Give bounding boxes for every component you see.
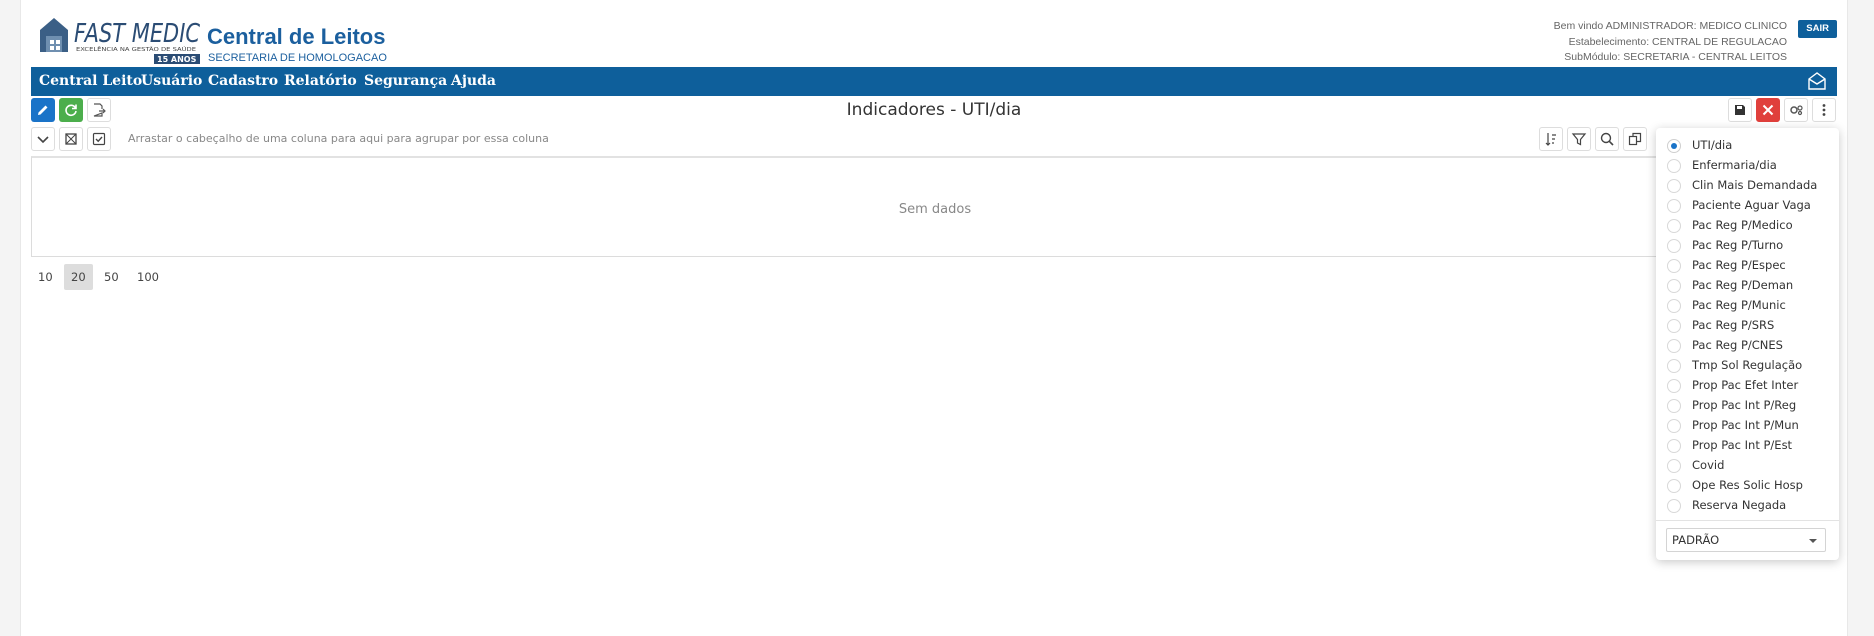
nav-relatorio[interactable]: Relatório bbox=[284, 67, 357, 96]
save-icon bbox=[1735, 105, 1745, 115]
export-button[interactable] bbox=[87, 98, 111, 122]
no-data-text: Sem dados bbox=[898, 202, 972, 217]
pencil-icon bbox=[38, 105, 48, 115]
search-button[interactable] bbox=[1595, 127, 1619, 151]
radio-icon[interactable] bbox=[1667, 379, 1681, 393]
dropdown-item[interactable]: Pac Reg P/CNES bbox=[1656, 336, 1839, 356]
radio-icon[interactable] bbox=[1667, 479, 1681, 493]
dropdown-item[interactable]: UTI/dia bbox=[1656, 136, 1839, 156]
page-title: Indicadores - UTI/dia bbox=[846, 100, 1022, 120]
envelope-open-icon[interactable] bbox=[1807, 72, 1827, 90]
chevron-down-icon bbox=[37, 136, 49, 144]
app-subtitle: SECRETARIA DE HOMOLOGACAO bbox=[208, 52, 387, 64]
fast-medic-logo: FAST MEDIC EXCELÊNCIA NA GESTÃO DE SAÚDE… bbox=[40, 18, 201, 64]
dropdown-item[interactable]: Paciente Aguar Vaga bbox=[1656, 196, 1839, 216]
radio-icon[interactable] bbox=[1667, 439, 1681, 453]
filter-icon bbox=[1571, 133, 1587, 146]
svg-text:FAST MEDIC: FAST MEDIC bbox=[74, 19, 201, 49]
sort-icon bbox=[1545, 133, 1556, 146]
radio-checked-icon[interactable] bbox=[1667, 139, 1681, 153]
dropdown-item[interactable]: Pac Reg P/Turno bbox=[1656, 236, 1839, 256]
sort-button[interactable] bbox=[1539, 127, 1563, 151]
dropdown-item[interactable]: Pac Reg P/Deman bbox=[1656, 276, 1839, 296]
radio-icon[interactable] bbox=[1667, 279, 1681, 293]
layout-select[interactable]: PADRÃO bbox=[1666, 528, 1826, 552]
more-vertical-icon bbox=[1822, 104, 1826, 116]
layout-select-value: PADRÃO bbox=[1672, 533, 1720, 547]
column-chooser-icon bbox=[65, 133, 77, 145]
collapse-button[interactable] bbox=[31, 127, 55, 151]
radio-icon[interactable] bbox=[1667, 419, 1681, 433]
page-size-50[interactable]: 50 bbox=[97, 264, 126, 290]
refresh-icon bbox=[65, 104, 77, 117]
dropdown-item[interactable]: Covid bbox=[1656, 456, 1839, 476]
dropdown-item[interactable]: Tmp Sol Regulação bbox=[1656, 356, 1839, 376]
main-navbar: Central Leito Usuário Cadastro Relatório… bbox=[31, 67, 1837, 96]
save-button[interactable] bbox=[1728, 98, 1752, 122]
dropdown-item[interactable]: Prop Pac Efet Inter bbox=[1656, 376, 1839, 396]
radio-icon[interactable] bbox=[1667, 219, 1681, 233]
data-grid: Sem dados bbox=[31, 156, 1837, 257]
page: FAST MEDIC EXCELÊNCIA NA GESTÃO DE SAÚDE… bbox=[20, 0, 1848, 636]
svg-text:EXCELÊNCIA NA GESTÃO DE SAÚDE: EXCELÊNCIA NA GESTÃO DE SAÚDE bbox=[76, 45, 196, 53]
logout-button[interactable]: SAIR bbox=[1798, 20, 1837, 38]
submodule-text: SubMódulo: SECRETARIA - CENTRAL LEITOS bbox=[1564, 51, 1787, 63]
settings-button[interactable] bbox=[1784, 98, 1808, 122]
nav-central-leito[interactable]: Central Leito bbox=[39, 67, 142, 96]
radio-icon[interactable] bbox=[1667, 399, 1681, 413]
radio-icon[interactable] bbox=[1667, 199, 1681, 213]
nav-ajuda[interactable]: Ajuda bbox=[451, 67, 496, 96]
dropdown-separator bbox=[1656, 520, 1839, 521]
settings-icon bbox=[1790, 105, 1803, 116]
refresh-button[interactable] bbox=[59, 98, 83, 122]
close-button[interactable] bbox=[1756, 98, 1780, 122]
dropdown-item[interactable]: Prop Pac Int P/Est bbox=[1656, 436, 1839, 456]
nav-seguranca[interactable]: Segurança bbox=[364, 67, 447, 96]
dropdown-item[interactable]: Pac Reg P/Espec bbox=[1656, 256, 1839, 276]
dropdown-item[interactable]: Reserva Negada bbox=[1656, 496, 1839, 516]
radio-icon[interactable] bbox=[1667, 459, 1681, 473]
filter-button[interactable] bbox=[1567, 127, 1591, 151]
establishment-text: Estabelecimento: CENTRAL DE REGULACAO bbox=[1568, 35, 1787, 48]
svg-text:15 ANOS: 15 ANOS bbox=[157, 55, 197, 64]
page-size-100[interactable]: 100 bbox=[130, 264, 166, 290]
radio-icon[interactable] bbox=[1667, 359, 1681, 373]
caret-down-icon bbox=[1809, 539, 1817, 543]
dropdown-item[interactable]: Pac Reg P/Munic bbox=[1656, 296, 1839, 316]
export-icon bbox=[93, 103, 106, 117]
dropdown-item[interactable]: Pac Reg P/Medico bbox=[1656, 216, 1839, 236]
nav-cadastro[interactable]: Cadastro bbox=[208, 67, 278, 96]
dropdown-item[interactable]: Pac Reg P/SRS bbox=[1656, 316, 1839, 336]
app-title: Central de Leitos bbox=[207, 24, 386, 49]
radio-icon[interactable] bbox=[1667, 239, 1681, 253]
select-all-icon bbox=[92, 132, 106, 146]
dropdown-item[interactable]: Enfermaria/dia bbox=[1656, 156, 1839, 176]
more-button[interactable] bbox=[1812, 98, 1836, 122]
radio-icon[interactable] bbox=[1667, 259, 1681, 273]
dropdown-item[interactable]: Clin Mais Demandada bbox=[1656, 176, 1839, 196]
page-size-10[interactable]: 10 bbox=[31, 264, 60, 290]
close-icon bbox=[1762, 104, 1774, 116]
edit-button[interactable] bbox=[31, 98, 55, 122]
nav-usuario[interactable]: Usuário bbox=[141, 67, 202, 96]
select-all-button[interactable] bbox=[87, 127, 111, 151]
group-panel-hint[interactable]: Arrastar o cabeçalho de uma coluna para … bbox=[128, 132, 549, 145]
dropdown-item[interactable]: Prop Pac Int P/Mun bbox=[1656, 416, 1839, 436]
radio-icon[interactable] bbox=[1667, 499, 1681, 513]
radio-icon[interactable] bbox=[1667, 179, 1681, 193]
dropdown-item[interactable]: Prop Pac Int P/Reg bbox=[1656, 396, 1839, 416]
dropdown-item[interactable]: Ope Res Solic Hosp bbox=[1656, 476, 1839, 496]
radio-icon[interactable] bbox=[1667, 299, 1681, 313]
radio-icon[interactable] bbox=[1667, 319, 1681, 333]
page-size-20[interactable]: 20 bbox=[64, 264, 93, 290]
copy-button[interactable] bbox=[1623, 127, 1647, 151]
user-info: Bem vindo ADMINISTRADOR: MEDICO CLINICO … bbox=[1554, 19, 1787, 66]
column-chooser-button[interactable] bbox=[59, 127, 83, 151]
indicator-dropdown: UTI/dia Enfermaria/dia Clin Mais Demanda… bbox=[1656, 128, 1839, 560]
search-icon bbox=[1600, 132, 1614, 146]
radio-icon[interactable] bbox=[1667, 159, 1681, 173]
copy-icon bbox=[1628, 132, 1642, 146]
welcome-text: Bem vindo ADMINISTRADOR: MEDICO CLINICO bbox=[1553, 20, 1787, 32]
radio-icon[interactable] bbox=[1667, 339, 1681, 353]
